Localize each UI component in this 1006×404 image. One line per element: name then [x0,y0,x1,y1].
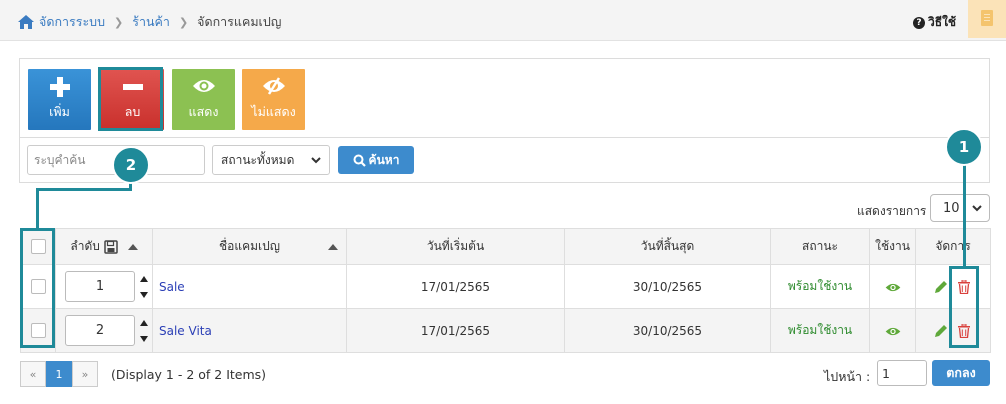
table-row: 1 Sale 17/01/2565 30/10/2565 พร้อมใช้งาน [20,264,991,309]
order-down-icon[interactable] [140,336,148,342]
home-icon[interactable] [17,14,35,30]
delete-highlight-box [98,67,163,131]
column-status-label: สถานะ [802,239,838,253]
eye-icon[interactable] [885,326,901,337]
search-button-label: ค้นหา [368,152,400,167]
order-cell: 1 [55,264,153,309]
sort-asc-icon [328,244,338,250]
column-status: สถานะ [770,228,870,265]
order-up-icon[interactable] [140,320,148,326]
edit-pencil-icon[interactable] [934,280,948,294]
column-active: ใช้งาน [869,228,916,265]
column-order[interactable]: ลำดับ [55,228,153,265]
table-row: 2 Sale Vita 17/01/2565 30/10/2565 พร้อมใ… [20,308,991,353]
chevron-right-icon: ❯ [114,15,124,29]
add-button[interactable]: เพิ่ม [28,69,91,130]
breadcrumb-system[interactable]: จัดการระบบ [39,12,105,32]
status-text: พร้อมใช้งาน [770,264,870,309]
chevron-right-icon: ❯ [178,15,189,29]
hide-button[interactable]: ไม่แสดง [242,69,305,130]
help-link[interactable]: ? วิธีใช้ [913,13,956,32]
plus-icon [49,77,70,97]
breadcrumb-store[interactable]: ร้านค้า [132,12,170,32]
chevron-down-icon [311,156,321,163]
goto-page-label: ไปหน้า : [824,369,871,384]
callout-badge-one: 1 [945,128,983,166]
page-1-button[interactable]: 1 [46,361,72,387]
goto-page-button[interactable]: ตกลง [932,360,990,386]
page-next-button[interactable]: » [72,361,98,387]
control-panel: เพิ่ม ลบ แสดง ไม่แสดง สถานะทั้งหมด ค้นหา [19,58,990,183]
search-button[interactable]: ค้นหา [338,146,414,174]
campaign-name-link[interactable]: Sale Vita [152,308,347,353]
column-name[interactable]: ชื่อแคมเปญ [152,228,347,265]
hide-label: ไม่แสดง [251,104,296,119]
column-active-label: ใช้งาน [875,239,910,253]
column-start: วันที่เริ่มต้น [346,228,565,265]
start-date: 17/01/2565 [346,264,565,309]
edit-pencil-icon[interactable] [934,324,948,338]
top-bar: จัดการระบบ ❯ ร้านค้า ❯ จัดการแคมเปญ ? วิ… [0,0,1006,41]
add-label: เพิ่ม [49,104,70,119]
per-page-label: แสดงรายการ [857,204,927,218]
breadcrumb: จัดการระบบ ❯ ร้านค้า ❯ จัดการแคมเปญ [17,12,281,32]
end-date: 30/10/2565 [564,308,771,353]
pagination: « 1 » [20,361,98,387]
column-start-label: วันที่เริ่มต้น [426,239,485,253]
order-input[interactable]: 1 [65,271,135,302]
order-cell: 2 [55,308,153,353]
column-order-label: ลำดับ [70,239,100,253]
callout-line-one [963,160,966,266]
campaign-table: ลำดับ ชื่อแคมเปญ วันที่เริ่มต้น วันที่สิ… [20,228,991,353]
column-end: วันที่สิ้นสุด [564,228,771,265]
show-label: แสดง [188,104,219,119]
column-end-label: วันที่สิ้นสุด [640,239,695,253]
active-cell [869,264,916,309]
order-down-icon[interactable] [140,292,148,298]
per-page-select[interactable]: 10 [930,194,990,222]
save-order-icon[interactable] [104,239,118,254]
eye-icon [192,80,215,92]
start-date: 17/01/2565 [346,308,565,353]
page-prev-button[interactable]: « [20,361,46,387]
column-manage: จัดการ [915,228,991,265]
eye-slash-icon [262,77,285,95]
sort-asc-icon [127,243,138,250]
status-select-value: สถานะทั้งหมด [221,152,295,167]
goto-page-input[interactable]: 1 [877,360,927,386]
callout-line-two-horizontal [36,188,132,191]
active-cell [869,308,916,353]
status-text: พร้อมใช้งาน [770,308,870,353]
table-header-row: ลำดับ ชื่อแคมเปญ วันที่เริ่มต้น วันที่สิ… [20,228,991,265]
panel-divider [20,137,989,138]
notepad-icon [981,10,993,26]
actions-highlight-box [949,266,979,348]
chevron-down-icon [972,204,982,211]
status-select[interactable]: สถานะทั้งหมด [212,145,330,175]
order-up-icon[interactable] [140,276,148,282]
campaign-name-link[interactable]: Sale [152,264,347,309]
show-button[interactable]: แสดง [172,69,235,130]
search-icon [353,154,366,167]
eye-icon[interactable] [885,282,901,293]
per-page-value: 10 [943,200,960,216]
help-label: วิธีใช้ [928,15,957,29]
breadcrumb-current: จัดการแคมเปญ [197,14,282,29]
question-circle-icon: ? [913,16,925,29]
callout-badge-two: 2 [112,146,150,184]
checkbox-highlight-box [20,228,55,348]
end-date: 30/10/2565 [564,264,771,309]
callout-line-two-vertical [36,188,39,228]
column-name-label: ชื่อแคมเปญ [219,239,280,253]
order-input[interactable]: 2 [65,315,135,346]
display-count-text: (Display 1 - 2 of 2 Items) [111,367,267,382]
notepad-button[interactable] [968,0,1006,38]
